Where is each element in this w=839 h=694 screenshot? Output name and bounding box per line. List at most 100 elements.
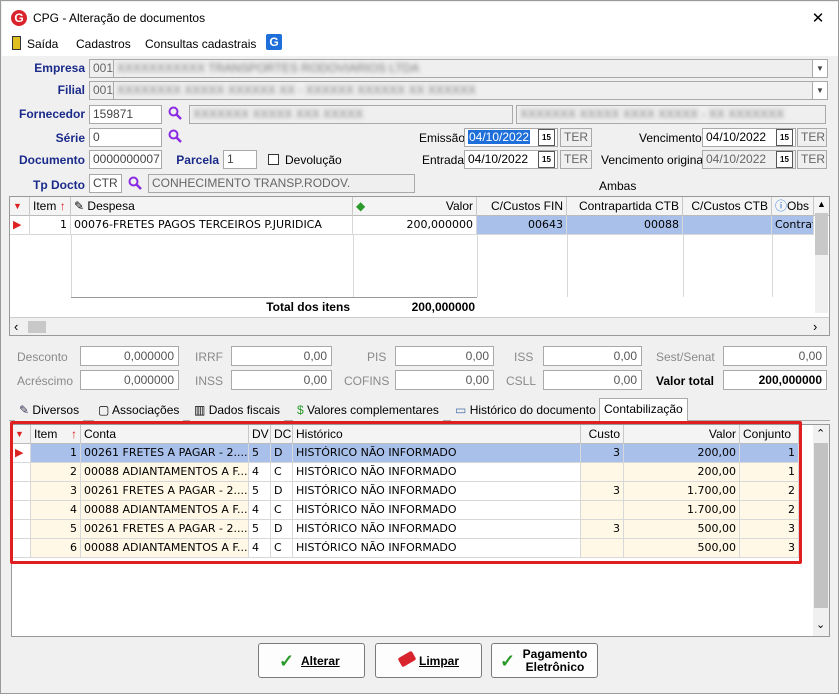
- empresa-code-field[interactable]: 001: [89, 59, 114, 78]
- tpdocto-code-field[interactable]: CTR: [89, 174, 122, 193]
- window-title: CPG - Alteração de documentos: [33, 11, 206, 25]
- hscroll-thumb[interactable]: [28, 321, 46, 333]
- menu-saida[interactable]: Saída: [27, 37, 58, 51]
- empresa-name-field[interactable]: XXXXXXXXXXX TRANSPORTES RODOVIARIOS LTDA: [113, 59, 813, 78]
- items-cell-contrapartida: 00088: [567, 216, 683, 235]
- iss-label: ISS: [514, 350, 534, 364]
- items-row[interactable]: ▶ 1 00076-FRETES PAGOS TERCEIROS P.JURID…: [10, 216, 814, 235]
- tab-historico-documento[interactable]: ▭ Histórico do documento: [451, 400, 600, 421]
- empresa-label: Empresa: [34, 61, 85, 75]
- vencimento-label: Vencimento: [639, 131, 702, 145]
- fornecedor-name-text: XXXXXXX XXXXX XXX XXXXX: [193, 107, 364, 121]
- items-header-ccctb[interactable]: C/Custos CTB: [683, 197, 772, 216]
- filial-dropdown-arrow[interactable]: ▼: [812, 81, 828, 100]
- fornecedor-doc-text: XXXXXXX XXXXX XXXX XXXXX - XX XXXXXXX: [520, 107, 785, 121]
- tpdocto-search-icon[interactable]: [128, 176, 142, 190]
- serie-field[interactable]: 0: [89, 128, 162, 147]
- desconto-label: Desconto: [17, 350, 68, 364]
- items-grid-colline: [567, 235, 568, 297]
- items-grid-colline: [772, 235, 773, 297]
- items-grid-colline: [353, 235, 354, 297]
- edit-pencil-icon: ✎: [19, 403, 30, 417]
- close-button[interactable]: ✕: [808, 9, 828, 27]
- items-header-despesa[interactable]: ✎ Despesa: [71, 197, 353, 216]
- fornecedor-name-field[interactable]: XXXXXXX XXXXX XXX XXXXX: [189, 105, 513, 124]
- documento-label: Documento: [19, 153, 85, 167]
- limpar-button[interactable]: Limpar: [375, 643, 482, 678]
- fornecedor-code-field[interactable]: 159871: [89, 105, 162, 124]
- vscroll-thumb[interactable]: [814, 443, 828, 608]
- tab-contabilizacao[interactable]: Contabilização: [599, 398, 688, 421]
- valor-total-field: 200,000000: [723, 370, 827, 390]
- emissao-calendar-icon[interactable]: 15: [538, 129, 555, 146]
- items-total-line: [71, 297, 477, 298]
- documento-field[interactable]: 0000000007: [89, 150, 162, 169]
- app-window: G CPG - Alteração de documentos ✕ Saída …: [0, 0, 839, 694]
- irrf-label: IRRF: [195, 350, 223, 364]
- items-grid: ▼ Item ↑ ✎ Despesa ◆ Valor C/Custos FIN C…: [9, 196, 830, 336]
- cofins-label: COFINS: [344, 374, 390, 388]
- items-total-label: Total dos itens: [266, 300, 350, 314]
- menu-consultas-cadastrais[interactable]: Consultas cadastrais: [145, 37, 256, 51]
- tab-dados-fiscais[interactable]: ▥ Dados fiscais: [190, 400, 285, 421]
- vscroll-down-icon[interactable]: ⌄: [816, 618, 825, 631]
- filial-code-field[interactable]: 001: [89, 81, 114, 100]
- venc-original-weekday: TER: [797, 150, 827, 169]
- app-g-icon[interactable]: G: [266, 34, 282, 50]
- acc-vscroll[interactable]: ⌃ ⌄: [813, 425, 829, 636]
- menu-cadastros[interactable]: Cadastros: [76, 37, 131, 51]
- empresa-dropdown-arrow[interactable]: ▼: [812, 59, 828, 78]
- serie-search-icon[interactable]: [168, 129, 182, 143]
- vscroll-up-icon[interactable]: ⌃: [816, 427, 825, 440]
- items-header-contrapartida[interactable]: Contrapartida CTB: [567, 197, 683, 216]
- fornecedor-doc-field[interactable]: XXXXXXX XXXXX XXXX XXXXX - XX XXXXXXX: [516, 105, 826, 124]
- items-grid-colline: [683, 235, 684, 297]
- items-header-item[interactable]: Item ↑: [30, 197, 71, 216]
- filial-name-field[interactable]: XXXXXXXX XXXXX XXXXXX XX - XXXXXX XXXXXX…: [113, 81, 813, 100]
- tab-valores-complementares[interactable]: $ Valores complementares: [293, 400, 443, 421]
- acrescimo-label: Acréscimo: [17, 374, 74, 388]
- items-hscroll[interactable]: ‹ ›: [10, 317, 829, 335]
- entrada-label: Entrada: [422, 153, 465, 167]
- cofins-field[interactable]: 0,00: [395, 370, 494, 390]
- eraser-icon: [397, 650, 417, 668]
- venc-original-calendar-icon[interactable]: 15: [776, 151, 793, 168]
- hscroll-left-icon[interactable]: ‹: [14, 319, 18, 334]
- csll-field[interactable]: 0,00: [543, 370, 642, 390]
- items-cell-item: 1: [30, 216, 71, 235]
- pagamento-eletronico-button[interactable]: ✓ Pagamento Eletrônico: [491, 643, 598, 678]
- alterar-button[interactable]: ✓ Alterar: [258, 643, 365, 678]
- vencimento-calendar-icon[interactable]: 15: [776, 129, 793, 146]
- tpdocto-desc-field[interactable]: CONHECIMENTO TRANSP.RODOV.: [148, 174, 415, 193]
- hscroll-right-icon[interactable]: ›: [813, 319, 817, 334]
- pis-field[interactable]: 0,00: [395, 346, 494, 366]
- items-vscroll-track[interactable]: [815, 255, 828, 313]
- items-grid-header: ▼ Item ↑ ✎ Despesa ◆ Valor C/Custos FIN C…: [10, 197, 829, 216]
- inss-field[interactable]: 0,00: [231, 370, 332, 390]
- parcela-label: Parcela: [176, 153, 219, 167]
- items-header-obs[interactable]: ⓘObs: [772, 197, 814, 216]
- items-header-ccfin[interactable]: C/Custos FIN: [477, 197, 567, 216]
- parcela-field[interactable]: 1: [223, 150, 257, 169]
- fornecedor-search-icon[interactable]: [168, 106, 182, 120]
- iss-field[interactable]: 0,00: [543, 346, 642, 366]
- entrada-calendar-icon[interactable]: 15: [538, 151, 555, 168]
- sest-field[interactable]: 0,00: [723, 346, 827, 366]
- tab-associacoes[interactable]: ▢ Associações: [94, 400, 184, 421]
- pis-label: PIS: [367, 350, 387, 364]
- items-cell-valor: 200,000000: [353, 216, 477, 235]
- emissao-date-text: 04/10/2022: [468, 130, 531, 144]
- entrada-weekday: TER: [560, 150, 592, 169]
- tab-diversos[interactable]: ✎ Diversos: [15, 400, 84, 421]
- desconto-field[interactable]: 0,000000: [80, 346, 179, 366]
- filial-name-text: XXXXXXXX XXXXX XXXXXX XX - XXXXXX XXXXXX…: [117, 83, 476, 97]
- items-header-valor[interactable]: ◆ Valor: [353, 197, 477, 216]
- row-selected-marker: ▶: [10, 216, 30, 235]
- book-icon: ▥: [194, 403, 206, 417]
- devolucao-checkbox[interactable]: [268, 154, 279, 165]
- items-vscroll-thumb[interactable]: [815, 213, 828, 255]
- items-vscroll-up[interactable]: ▲: [814, 197, 829, 212]
- acrescimo-field[interactable]: 0,000000: [80, 370, 179, 390]
- emissao-label: Emissão: [419, 131, 466, 145]
- irrf-field[interactable]: 0,00: [231, 346, 332, 366]
